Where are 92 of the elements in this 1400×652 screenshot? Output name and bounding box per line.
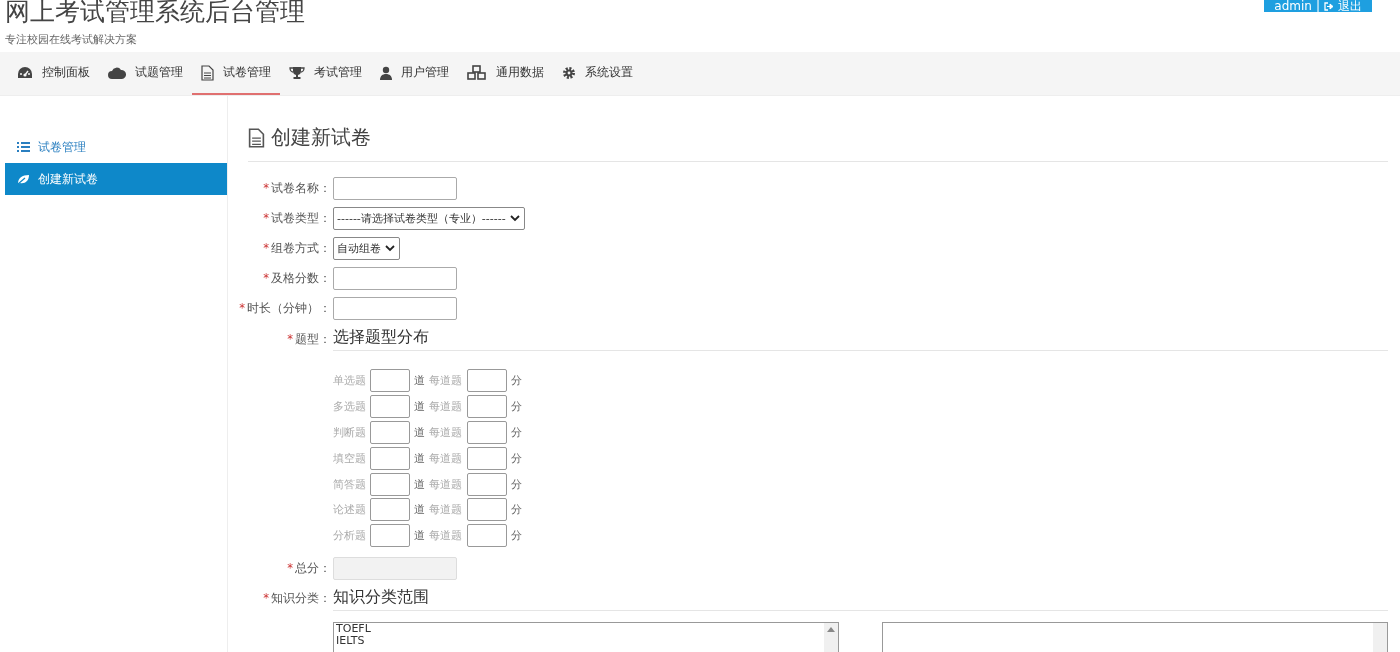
nav-tab[interactable]: 系统设置	[553, 52, 642, 95]
sidebar-item[interactable]: 试卷管理	[5, 131, 227, 163]
score-field[interactable]	[467, 395, 507, 419]
list-option[interactable]: TOEFL	[336, 622, 822, 635]
question-type-label: 判断题	[333, 425, 366, 440]
file-icon	[248, 127, 265, 148]
select-field[interactable]: ------请选择试卷类型（专业）------	[333, 207, 525, 230]
unit-label: 道	[414, 476, 425, 492]
nav-tab[interactable]: 控制面板	[8, 52, 99, 95]
list-option[interactable]: IELTS	[336, 634, 822, 647]
score-field[interactable]	[467, 369, 507, 393]
unit-label: 道	[414, 450, 425, 466]
unit-label: 分	[511, 450, 522, 466]
required-mark: *	[263, 241, 269, 255]
score-field[interactable]	[467, 472, 507, 496]
section-heading: 知识分类范围	[333, 586, 1388, 611]
cubes-icon	[467, 64, 487, 81]
per-question-label: 每道题	[429, 450, 463, 466]
scroll-up-icon	[827, 626, 835, 632]
count-field[interactable]	[370, 395, 410, 419]
per-question-label: 每道题	[429, 528, 463, 544]
per-question-label: 每道题	[429, 399, 463, 415]
site-subtitle: 专注校园在线考试解决方案	[5, 32, 138, 47]
score-field[interactable]	[467, 446, 507, 470]
nav-tab[interactable]: 用户管理	[371, 52, 458, 95]
field-label: 时长（分钟）：	[247, 301, 331, 315]
unit-label: 道	[414, 399, 425, 415]
list-icon	[17, 142, 30, 152]
score-field[interactable]	[467, 498, 507, 522]
unit-label: 分	[511, 476, 522, 492]
unit-label: 道	[414, 528, 425, 544]
required-mark: *	[263, 271, 269, 285]
score-field[interactable]	[467, 524, 507, 548]
unit-label: 分	[511, 528, 522, 544]
question-type-label: 单选题	[333, 373, 366, 389]
category-list[interactable]: TOEFL IELTS	[333, 621, 839, 652]
count-field[interactable]	[370, 472, 410, 496]
dashboard-icon	[17, 65, 33, 80]
required-mark: *	[263, 211, 269, 225]
trophy-icon	[289, 65, 305, 80]
question-type-label: 多选题	[333, 399, 366, 415]
question-type-label: 分析题	[333, 528, 366, 544]
unit-label: 道	[414, 373, 425, 389]
file-icon	[201, 64, 214, 81]
required-mark: *	[263, 181, 269, 195]
score-field[interactable]	[467, 421, 507, 444]
nav-tab[interactable]: 试题管理	[99, 52, 192, 95]
question-type-label: 论述题	[333, 502, 366, 518]
required-mark: *	[239, 301, 245, 315]
field-label: 组卷方式：	[271, 241, 331, 255]
input-field[interactable]	[333, 177, 457, 200]
field-label: 题型：	[295, 331, 331, 346]
required-mark: *	[287, 560, 293, 575]
unit-label: 道	[414, 502, 425, 518]
chevron-down-icon	[509, 215, 520, 222]
field-label: 试卷名称：	[271, 181, 331, 195]
unit-label: 分	[511, 373, 522, 389]
count-field[interactable]	[370, 369, 410, 393]
per-question-label: 每道题	[429, 373, 463, 389]
leaf-icon	[17, 173, 30, 185]
field-label: 试卷类型：	[271, 211, 331, 225]
field-label: 及格分数：	[271, 271, 331, 285]
required-mark: *	[287, 331, 293, 346]
nav-tab[interactable]: 通用数据	[458, 52, 553, 95]
unit-label: 分	[511, 425, 522, 440]
count-field[interactable]	[370, 524, 410, 548]
nav-tab[interactable]: 试卷管理	[192, 52, 280, 95]
field-label: 总分：	[295, 560, 331, 575]
per-question-label: 每道题	[429, 425, 463, 440]
count-field[interactable]	[370, 446, 410, 470]
section-heading: 选择题型分布	[333, 327, 1388, 351]
gear-icon	[562, 65, 576, 80]
unit-label: 道	[414, 425, 425, 440]
sidebar-item[interactable]: 创建新试卷	[5, 163, 227, 195]
required-mark: *	[263, 591, 269, 606]
cloud-icon	[108, 66, 126, 79]
per-question-label: 每道题	[429, 476, 463, 492]
per-question-label: 每道题	[429, 502, 463, 518]
user-icon	[380, 65, 392, 80]
input-field[interactable]	[333, 267, 457, 290]
unit-label: 分	[511, 399, 522, 415]
select-field[interactable]: 自动组卷	[333, 237, 400, 260]
field-label: 知识分类：	[271, 591, 331, 606]
question-type-label: 简答题	[333, 476, 366, 492]
unit-label: 分	[511, 502, 522, 518]
question-type-label: 填空题	[333, 450, 366, 466]
nav-tab[interactable]: 考试管理	[280, 52, 371, 95]
page-title: 创建新试卷	[271, 124, 371, 151]
count-field[interactable]	[370, 421, 410, 444]
chevron-down-icon	[385, 245, 395, 252]
count-field[interactable]	[370, 498, 410, 522]
input-field[interactable]	[333, 297, 457, 320]
